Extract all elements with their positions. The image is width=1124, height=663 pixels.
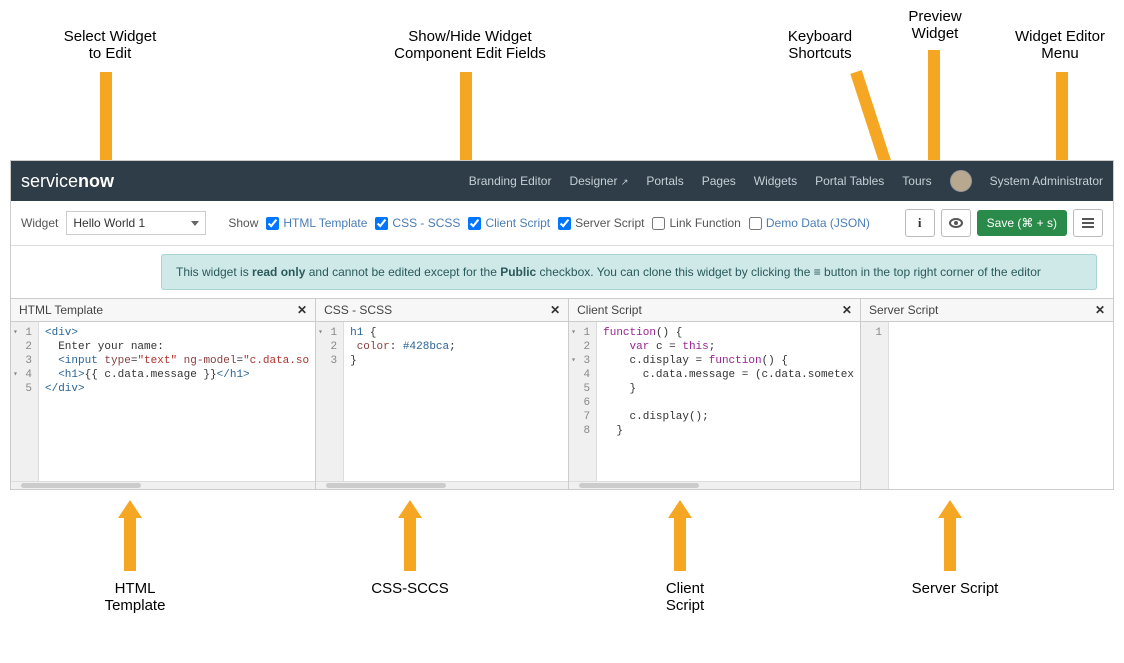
scrollbar[interactable] xyxy=(569,481,860,489)
menu-button[interactable] xyxy=(1073,209,1103,237)
close-icon[interactable]: ✕ xyxy=(297,303,307,317)
checkbox[interactable] xyxy=(749,217,762,230)
code-client[interactable]: 12345678 function() { var c = this; c.di… xyxy=(569,322,860,481)
pane-html: HTML Template ✕ 12345 <div> Enter your n… xyxy=(11,299,316,489)
hamburger-icon xyxy=(1082,218,1094,228)
eye-icon xyxy=(949,218,963,228)
arrow xyxy=(944,516,956,571)
nav-designer[interactable]: Designer ↗ xyxy=(569,174,628,188)
widget-editor-app: servicenow Branding Editor Designer ↗ Po… xyxy=(10,160,1114,490)
pane-css: CSS - SCSS ✕ 123 h1 { color: #428bca; } xyxy=(316,299,569,489)
annotation-html-template: HTML Template xyxy=(90,580,180,614)
check-demo-data[interactable]: Demo Data (JSON) xyxy=(749,216,870,230)
logo: servicenow xyxy=(21,171,114,192)
nav-tours[interactable]: Tours xyxy=(902,174,931,188)
arrow xyxy=(404,516,416,571)
scrollbar[interactable] xyxy=(316,481,568,489)
pane-client: Client Script ✕ 12345678 function() { va… xyxy=(569,299,861,489)
annotation-client-script: Client Script xyxy=(640,580,730,614)
check-link-function[interactable]: Link Function xyxy=(652,216,740,230)
check-css-scss[interactable]: CSS - SCSS xyxy=(375,216,460,230)
check-html-template[interactable]: HTML Template xyxy=(266,216,367,230)
check-server-script[interactable]: Server Script xyxy=(558,216,644,230)
pane-server: Server Script ✕ 1 xyxy=(861,299,1113,489)
info-button[interactable]: i xyxy=(905,209,935,237)
annotation-css-sccs: CSS-SCCS xyxy=(360,580,460,597)
close-icon[interactable]: ✕ xyxy=(550,303,560,317)
readonly-banner: This widget is read only and cannot be e… xyxy=(161,254,1097,290)
checkbox[interactable] xyxy=(652,217,665,230)
chevron-down-icon xyxy=(191,221,199,226)
widget-selected: Hello World 1 xyxy=(73,216,145,230)
save-button[interactable]: Save (⌘ + s) xyxy=(977,210,1067,236)
close-icon[interactable]: ✕ xyxy=(1095,303,1105,317)
logo-service: service xyxy=(21,171,78,191)
toolbar: Widget Hello World 1 Show HTML Template … xyxy=(11,201,1113,246)
widget-select[interactable]: Hello World 1 xyxy=(66,211,206,235)
nav-portals[interactable]: Portals xyxy=(646,174,683,188)
pane-header-css: CSS - SCSS ✕ xyxy=(316,299,568,322)
editor-panes: HTML Template ✕ 12345 <div> Enter your n… xyxy=(11,298,1113,489)
checkbox[interactable] xyxy=(266,217,279,230)
nav-branding[interactable]: Branding Editor xyxy=(469,174,552,188)
annotation-menu: Widget Editor Menu xyxy=(1000,28,1120,62)
nav-pages[interactable]: Pages xyxy=(702,174,736,188)
code-server[interactable]: 1 xyxy=(861,322,1113,489)
nav-portal-tables[interactable]: Portal Tables xyxy=(815,174,884,188)
topbar: servicenow Branding Editor Designer ↗ Po… xyxy=(11,161,1113,201)
scrollbar[interactable] xyxy=(11,481,315,489)
pane-header-client: Client Script ✕ xyxy=(569,299,860,322)
annotation-keyboard: Keyboard Shortcuts xyxy=(770,28,870,62)
code-html[interactable]: 12345 <div> Enter your name: <input type… xyxy=(11,322,315,481)
nav: Branding Editor Designer ↗ Portals Pages… xyxy=(469,170,1103,192)
pane-header-server: Server Script ✕ xyxy=(861,299,1113,322)
arrow xyxy=(674,516,686,571)
nav-widgets[interactable]: Widgets xyxy=(754,174,797,188)
annotation-show-hide: Show/Hide Widget Component Edit Fields xyxy=(370,28,570,62)
pane-header-html: HTML Template ✕ xyxy=(11,299,315,322)
annotation-select-widget: Select Widget to Edit xyxy=(40,28,180,62)
annotation-preview: Preview Widget xyxy=(890,8,980,42)
logo-now: now xyxy=(78,171,114,191)
arrow xyxy=(124,516,136,571)
close-icon[interactable]: ✕ xyxy=(842,303,852,317)
nav-user[interactable]: System Administrator xyxy=(990,174,1103,188)
code-css[interactable]: 123 h1 { color: #428bca; } xyxy=(316,322,568,481)
preview-button[interactable] xyxy=(941,209,971,237)
annotation-server-script: Server Script xyxy=(900,580,1010,597)
widget-label: Widget xyxy=(21,216,58,230)
checkbox[interactable] xyxy=(558,217,571,230)
checkbox[interactable] xyxy=(468,217,481,230)
avatar[interactable] xyxy=(950,170,972,192)
show-label: Show xyxy=(228,216,258,230)
external-icon: ↗ xyxy=(621,177,629,187)
checkbox[interactable] xyxy=(375,217,388,230)
check-client-script[interactable]: Client Script xyxy=(468,216,550,230)
